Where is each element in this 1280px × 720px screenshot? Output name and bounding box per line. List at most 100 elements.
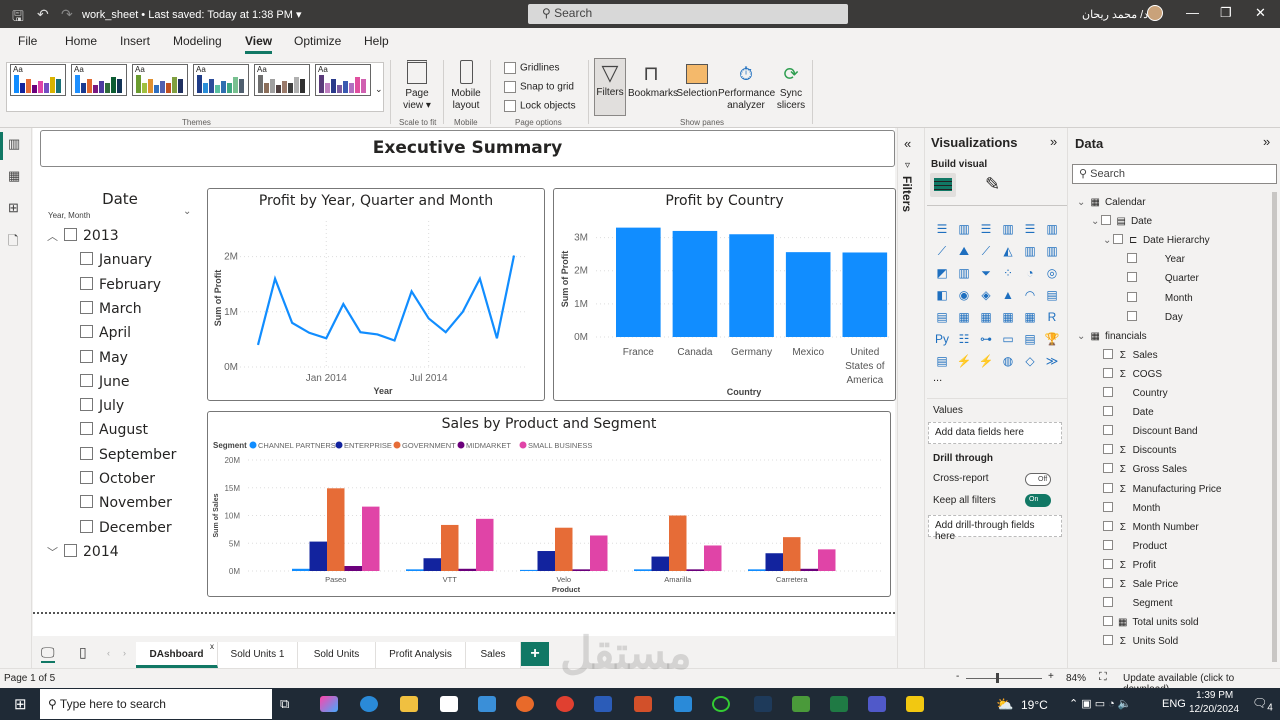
page-tab-sales[interactable]: Sales (466, 642, 521, 668)
visual-type-icon[interactable]: ◍ (997, 350, 1019, 372)
visual-type-icon[interactable]: ⏷ (975, 262, 997, 284)
build-visual-tab[interactable] (930, 173, 956, 197)
page-tab-profit-analysis[interactable]: Profit Analysis (376, 642, 466, 668)
checkbox[interactable] (80, 495, 93, 509)
visual-type-icon[interactable]: ☰ (931, 218, 953, 240)
checkbox[interactable] (80, 349, 93, 363)
visual-type-icon[interactable]: Py (931, 328, 953, 350)
slicer-month-item[interactable]: June (80, 372, 130, 392)
visual-type-icon[interactable]: ⚡ (953, 350, 975, 372)
terminal-icon[interactable] (754, 696, 772, 712)
checkbox[interactable] (1103, 520, 1113, 531)
checkbox[interactable] (80, 471, 93, 484)
field-item[interactable]: Month (1127, 291, 1193, 307)
taskbar-search[interactable]: ⚲ Type here to search (40, 689, 272, 719)
checkbox[interactable] (1103, 387, 1113, 397)
notifications-icon[interactable]: 🗨4 (1252, 696, 1273, 713)
page-tab-sold-units[interactable]: Sold Units (298, 642, 376, 668)
visual-type-icon[interactable]: R (1041, 306, 1063, 328)
filters-pane-collapsed[interactable]: « ▿ Filters (897, 128, 923, 668)
slicer-month-item[interactable]: December (80, 518, 172, 538)
checkbox[interactable] (1127, 291, 1137, 302)
document-title[interactable]: work_sheet • Last saved: Today at 1:38 P… (82, 8, 302, 21)
slicer-month-item[interactable]: January (80, 250, 152, 270)
more-visuals-icon[interactable]: ... (933, 372, 942, 384)
gridlines-checkbox[interactable]: Gridlines (504, 62, 559, 74)
visual-type-icon[interactable]: ⚡ (975, 350, 997, 372)
clock-time[interactable]: 1:39 PM (1196, 690, 1233, 701)
checkbox[interactable] (80, 325, 93, 339)
selection-pane-button[interactable]: Selection (676, 60, 718, 100)
page-tab-sold-units-1[interactable]: Sold Units 1 (218, 642, 298, 668)
word-icon[interactable] (594, 696, 612, 712)
slicer-month-item[interactable]: November (80, 493, 172, 513)
visual-type-icon[interactable]: ⟋ (931, 240, 953, 262)
collapse-icon[interactable]: » (1263, 134, 1270, 149)
field-item[interactable]: Product (1103, 539, 1167, 555)
visual-type-icon[interactable]: ▤ (931, 306, 953, 328)
prev-page-icon[interactable]: ‹ (107, 648, 110, 658)
table-item[interactable]: ⌄ ▦ Calendar (1077, 195, 1146, 211)
field-item[interactable]: Σ Profit (1103, 558, 1156, 574)
cross-report-toggle[interactable]: Off (1025, 473, 1051, 486)
sync-slicers-button[interactable]: ⟳ Sync slicers (774, 60, 808, 112)
field-item[interactable]: Quarter (1127, 271, 1199, 287)
avatar[interactable] (1147, 5, 1163, 21)
checkbox[interactable] (80, 446, 93, 460)
close-tab-icon[interactable]: x (210, 634, 214, 660)
chevron-down-icon[interactable]: ﹀ (47, 546, 58, 559)
maximize-button[interactable]: ❐ (1220, 5, 1232, 21)
zoom-out-button[interactable]: - (956, 671, 959, 682)
visual-type-icon[interactable]: ◩ (931, 262, 953, 284)
checkbox[interactable] (1127, 310, 1137, 321)
checkbox[interactable] (504, 62, 516, 74)
mail-icon[interactable] (478, 696, 496, 712)
powerpoint-icon[interactable] (634, 696, 652, 712)
drill-through-dropzone[interactable]: Add drill-through fields here (928, 515, 1062, 542)
visual-type-icon[interactable]: ◇ (1019, 350, 1041, 372)
date-slicer[interactable]: Date Year, Month ⌄ ︿ 2013 January February M… (45, 188, 201, 568)
visual-type-icon[interactable]: ⛰ (953, 240, 975, 262)
visual-type-icon[interactable]: ▦ (1019, 306, 1041, 328)
slicer-month-item[interactable]: May (80, 348, 128, 368)
zoom-slider[interactable] (966, 678, 1042, 679)
theme-thumbnail[interactable]: Aa (10, 64, 66, 96)
checkbox[interactable] (80, 422, 93, 436)
checkbox[interactable] (1103, 444, 1113, 455)
dax-query-icon[interactable]: 🗋 (8, 232, 18, 254)
table-item[interactable]: ⌄ ▦ financials (1077, 329, 1147, 345)
checkbox[interactable] (1127, 253, 1137, 264)
report-view-icon[interactable]: ▥ (8, 136, 20, 152)
theme-thumbnail[interactable]: Aa (315, 64, 371, 96)
visual-type-icon[interactable]: ▦ (953, 306, 975, 328)
theme-thumbnail[interactable]: Aa (254, 64, 310, 96)
slicer-year-item[interactable]: ︿ 2013 (47, 226, 119, 246)
slicer-month-item[interactable]: July (80, 396, 124, 416)
visual-type-icon[interactable]: ≫ (1041, 350, 1063, 372)
checkbox[interactable] (1103, 578, 1113, 588)
checkbox[interactable] (1101, 215, 1112, 226)
lock-objects-checkbox[interactable]: Lock objects (504, 100, 576, 112)
visual-type-icon[interactable]: ▥ (1019, 240, 1041, 262)
task-view-icon[interactable]: ⧉ (280, 696, 289, 712)
camtasia-icon[interactable] (792, 696, 810, 712)
chevron-up-icon[interactable]: ︿ (47, 230, 58, 243)
expand-icon[interactable]: « (904, 136, 911, 151)
scrollbar[interactable] (1272, 192, 1277, 662)
visual-type-icon[interactable]: ☰ (1019, 218, 1041, 240)
next-page-icon[interactable]: › (123, 648, 126, 658)
snap-to-grid-checkbox[interactable]: Snap to grid (504, 81, 574, 93)
store-icon[interactable] (440, 696, 458, 712)
menu-home[interactable]: Home (65, 34, 97, 48)
visual-type-icon[interactable]: ▥ (997, 218, 1019, 240)
checkbox[interactable] (1103, 558, 1113, 569)
menu-file[interactable]: File (18, 34, 37, 48)
visual-type-icon[interactable]: ▤ (1019, 328, 1041, 350)
page-tab-dashboard[interactable]: DAshboard x (136, 642, 218, 668)
visual-type-icon[interactable]: ▥ (1041, 218, 1063, 240)
weather-temp[interactable]: 19°C (1021, 698, 1048, 712)
field-item[interactable]: Σ Manufacturing Price (1103, 482, 1222, 498)
visual-type-icon[interactable]: ◔ (1019, 262, 1041, 284)
tray-icons[interactable]: ⌃ ▣ ▭ ◔ 🔈 (1069, 697, 1132, 710)
windows-start-icon[interactable]: ⊞ (14, 695, 27, 713)
